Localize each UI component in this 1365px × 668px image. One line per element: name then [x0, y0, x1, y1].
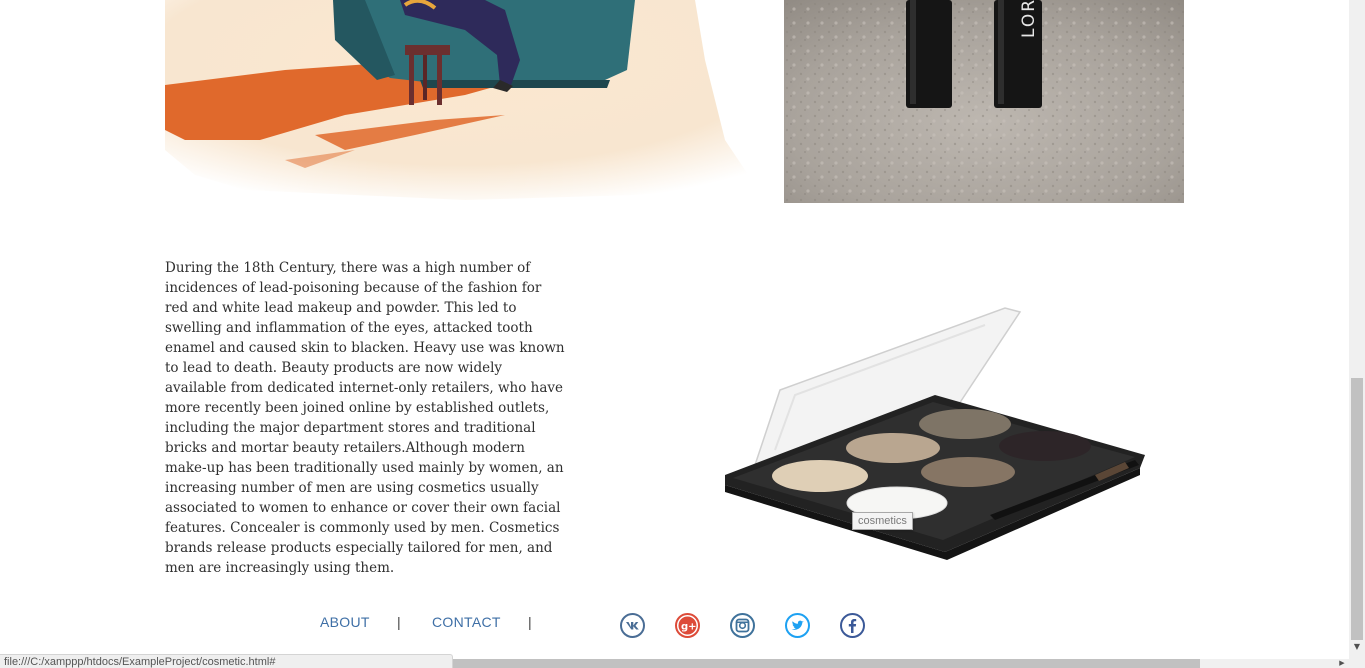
- browser-status-bar: file:///C:/xamppp/htdocs/ExampleProject/…: [0, 654, 453, 668]
- scroll-down-arrow-icon[interactable]: ▼: [1349, 640, 1365, 654]
- svg-text:g+: g+: [681, 622, 697, 633]
- google-plus-icon[interactable]: g+: [674, 612, 701, 639]
- vk-icon[interactable]: [619, 612, 646, 639]
- eyeshadow-palette-image[interactable]: [715, 300, 1155, 562]
- facebook-icon[interactable]: [839, 612, 866, 639]
- horizontal-scrollbar-thumb[interactable]: [453, 659, 1200, 668]
- mascara-photo: LOR: [784, 0, 1184, 203]
- footer-separator: |: [528, 614, 532, 630]
- page-viewport: LOR During the 18th Century, there was a…: [0, 0, 1349, 668]
- instagram-icon[interactable]: [729, 612, 756, 639]
- mascara-brand-text: LOR: [1019, 0, 1039, 38]
- scroll-right-arrow-icon[interactable]: ▶: [1335, 659, 1349, 668]
- footer-link-about[interactable]: ABOUT: [320, 614, 370, 630]
- footer-link-contact[interactable]: CONTACT: [432, 614, 501, 630]
- footer-separator: |: [397, 614, 401, 630]
- image-tooltip: cosmetics: [852, 512, 913, 530]
- article-paragraph: During the 18th Century, there was a hig…: [165, 260, 565, 576]
- vertical-scrollbar-thumb[interactable]: [1351, 378, 1363, 640]
- twitter-icon[interactable]: [784, 612, 811, 639]
- illustration-image: [165, 0, 760, 205]
